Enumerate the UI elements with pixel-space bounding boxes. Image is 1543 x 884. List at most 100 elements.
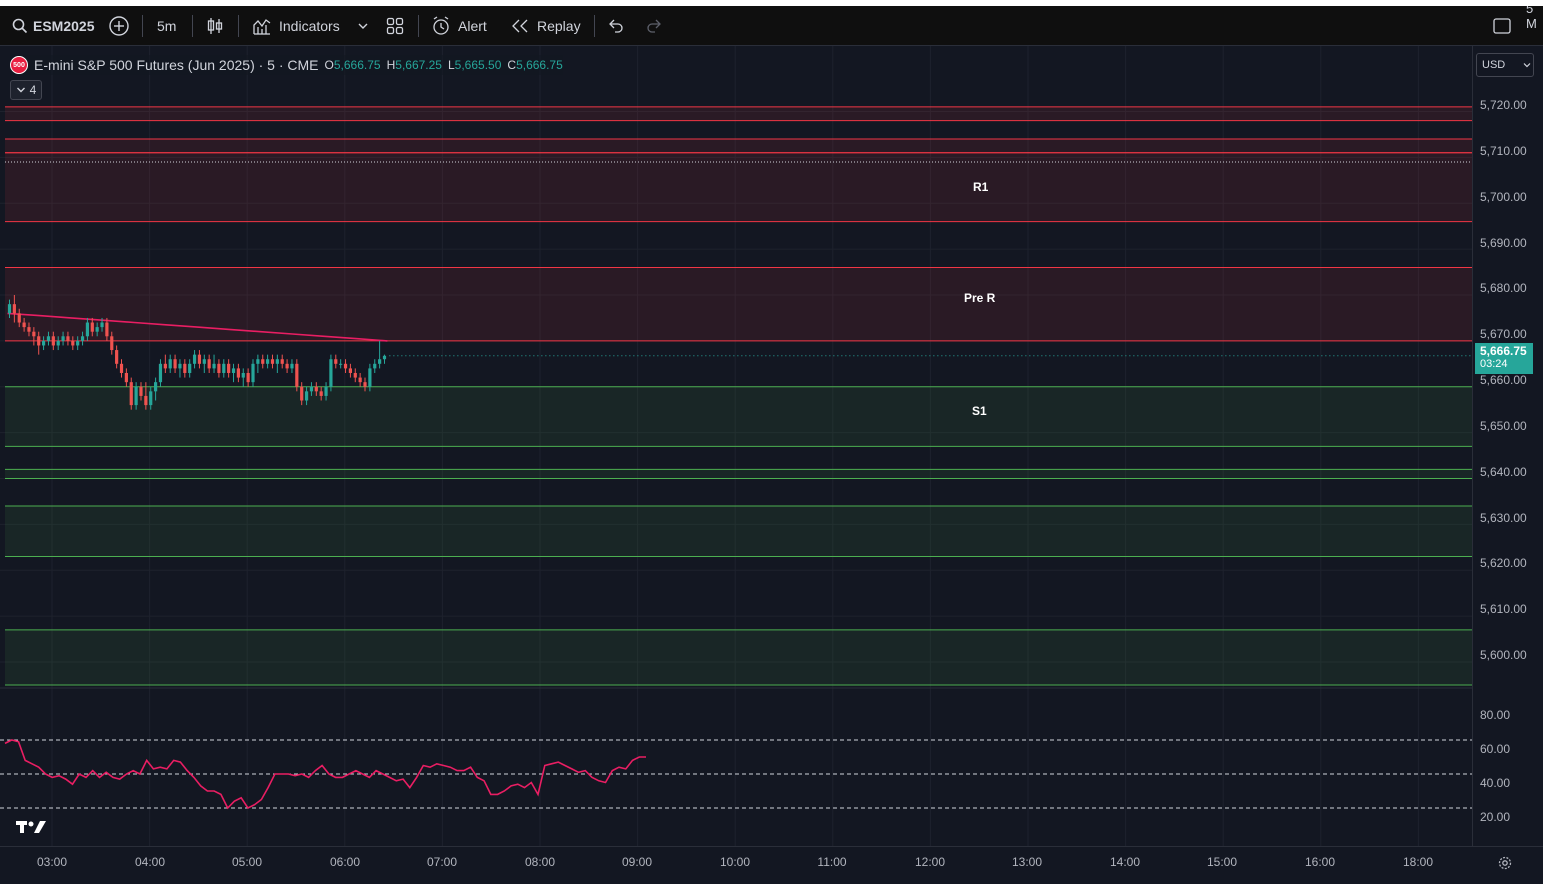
redo-button[interactable]: [646, 6, 662, 45]
candle-body: [41, 340, 46, 346]
candle-body: [373, 363, 377, 369]
high-key: H: [386, 58, 396, 72]
settings-gear-icon[interactable]: [1497, 855, 1513, 871]
support-zone: [5, 506, 1472, 557]
low-value: 5,665.50: [454, 58, 502, 72]
series-legend[interactable]: 500 E-mini S&P 500 Futures (Jun 2025) · …: [10, 55, 563, 75]
toolbar-divider: [594, 15, 595, 37]
candle-body: [100, 322, 104, 328]
candle-body: [56, 340, 60, 346]
compare-symbol-button[interactable]: [108, 6, 130, 45]
currency-label: USD: [1482, 59, 1506, 71]
candle-body: [12, 304, 16, 314]
candle-body: [290, 363, 294, 369]
candle-body: [158, 363, 163, 383]
fullscreen-button[interactable]: [1492, 6, 1512, 45]
price-tick: 5,720.00: [1480, 98, 1527, 112]
interval-button[interactable]: 5m: [157, 6, 176, 45]
candle-body: [37, 336, 41, 346]
price-tick: 5,620.00: [1480, 556, 1527, 570]
candle-body: [90, 322, 94, 332]
zone-label-r1: R1: [973, 180, 989, 194]
candle-body: [154, 382, 158, 392]
candle-body: [110, 336, 114, 351]
candle-body: [231, 368, 236, 373]
bar-countdown: 03:24: [1480, 358, 1508, 370]
candle-body: [17, 313, 21, 323]
rewind-icon: [512, 19, 528, 32]
candle-body: [202, 359, 206, 364]
currency-selector[interactable]: USD: [1476, 53, 1534, 77]
rsi-tick: 60.00: [1480, 742, 1511, 756]
candle-body: [275, 359, 279, 364]
candle-body: [217, 363, 221, 373]
price-tick: 5,710.00: [1480, 144, 1527, 158]
candle-body: [261, 359, 265, 364]
candle-body: [115, 350, 119, 364]
indicators-button[interactable]: Indicators: [252, 6, 340, 45]
chart-type-button[interactable]: [206, 6, 224, 45]
candle-body: [251, 363, 255, 383]
legend-collapse-button[interactable]: 4: [10, 80, 42, 100]
candle-body: [173, 359, 177, 369]
time-tick: 09:00: [621, 855, 653, 869]
series-title: E-mini S&P 500 Futures (Jun 2025) · 5 · …: [34, 57, 319, 73]
price-tick: 5,660.00: [1480, 373, 1527, 387]
support-zone: [5, 469, 1472, 479]
resistance-zone: [5, 152, 1472, 222]
replay-button[interactable]: Replay: [511, 6, 581, 45]
trading-app: ESM2025 5m Indicators Alert Replay 5 M 5…: [0, 6, 1543, 884]
alert-button[interactable]: Alert: [431, 6, 487, 45]
indicator-templates-dropdown[interactable]: [357, 6, 369, 45]
price-chart-svg[interactable]: [0, 46, 1472, 846]
time-tick: 15:00: [1206, 855, 1238, 869]
time-tick: 16:00: [1304, 855, 1336, 869]
rsi-tick: 20.00: [1480, 810, 1511, 824]
candle-body: [382, 355, 387, 360]
candle-body: [378, 359, 382, 364]
price-tick: 5,640.00: [1480, 465, 1527, 479]
candle-body: [314, 386, 318, 392]
symbol-search-button[interactable]: ESM2025: [12, 6, 94, 45]
resistance-zone: [5, 139, 1472, 153]
candle-body: [241, 372, 245, 378]
chevron-down-icon: [16, 87, 25, 93]
last-price-value: 5,666.75: [1480, 344, 1527, 358]
open-key: O: [324, 58, 334, 72]
candle-body: [85, 322, 90, 337]
toolbar-divider: [418, 15, 419, 37]
candle-body: [32, 331, 36, 337]
symbol-label: ESM2025: [33, 17, 95, 34]
candle-body: [129, 382, 133, 406]
undo-button[interactable]: [608, 6, 624, 45]
layout-button[interactable]: [386, 6, 404, 45]
close-value: 5,666.75: [516, 58, 563, 72]
time-tick: 11:00: [817, 855, 847, 869]
redo-icon: [647, 19, 661, 33]
time-tick: 10:00: [719, 855, 751, 869]
time-tick: 04:00: [134, 855, 166, 869]
chart-pane[interactable]: [0, 46, 1472, 846]
price-scale[interactable]: [1472, 46, 1543, 846]
candle-body: [144, 395, 148, 406]
time-tick: 12:00: [914, 855, 946, 869]
candle-body: [124, 372, 128, 383]
candle-body: [227, 363, 231, 373]
candle-body: [339, 363, 343, 365]
time-tick: 08:00: [524, 855, 556, 869]
alarm-clock-icon: [433, 15, 449, 35]
support-zone: [5, 629, 1472, 685]
price-tick: 5,690.00: [1480, 236, 1527, 250]
candle-body: [105, 322, 109, 337]
time-tick: 13:00: [1011, 855, 1043, 869]
candle-body: [71, 340, 75, 346]
price-tick: 5,600.00: [1480, 648, 1527, 662]
candle-body: [46, 336, 51, 341]
toolbar-divider: [142, 15, 143, 37]
square-icon: [1493, 17, 1511, 34]
time-tick: 07:00: [426, 855, 458, 869]
support-zone: [5, 386, 1472, 447]
price-tick: 5,680.00: [1480, 281, 1527, 295]
indicators-label: Indicators: [279, 17, 340, 34]
candle-body: [61, 336, 65, 341]
